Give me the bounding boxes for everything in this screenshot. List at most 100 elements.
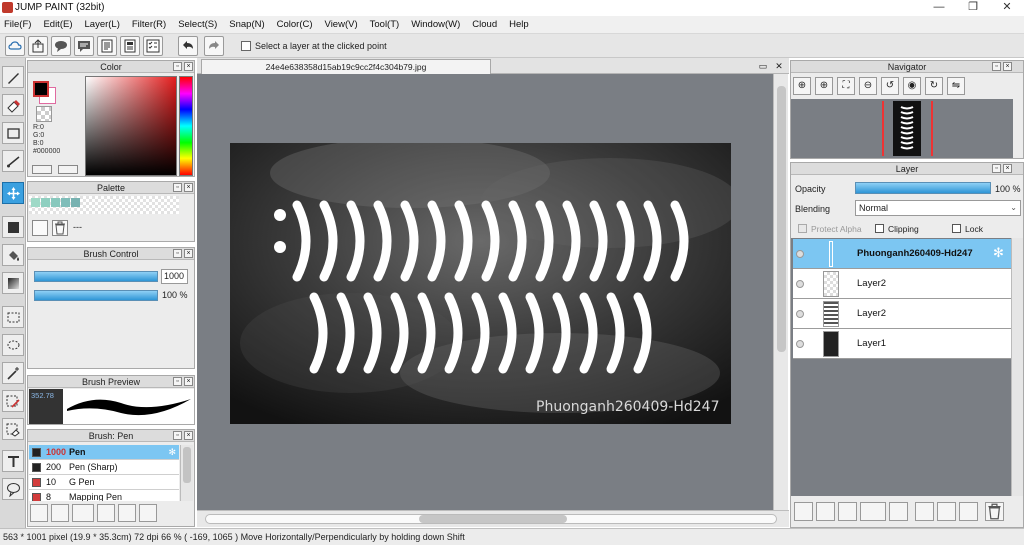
layer-row[interactable]: Layer2 <box>793 299 1011 329</box>
fit-window-icon[interactable]: ⛶ <box>837 77 855 95</box>
rotate-left-icon[interactable]: ↺ <box>881 77 899 95</box>
panel-close-button[interactable]: × <box>184 62 193 71</box>
redo-button[interactable] <box>204 36 224 56</box>
document-button[interactable] <box>97 36 117 56</box>
clipping-checkbox[interactable] <box>875 224 884 233</box>
zoom-in-icon[interactable]: ⊕ <box>815 77 833 95</box>
move-tool[interactable] <box>2 182 24 204</box>
brush-item[interactable]: 10 G Pen <box>29 475 179 490</box>
zoom-out-icon[interactable]: ⊖ <box>859 77 877 95</box>
layer-list-scrollbar[interactable] <box>1011 238 1023 496</box>
horizontal-scroll-thumb[interactable] <box>419 515 567 523</box>
palette-swatch[interactable] <box>61 198 70 207</box>
menu-snap[interactable]: Snap(N) <box>229 19 264 30</box>
reset-rotation-icon[interactable]: ◉ <box>903 77 921 95</box>
rotate-right-icon[interactable]: ↻ <box>925 77 943 95</box>
palette-swatch[interactable] <box>31 198 40 207</box>
zoom-fit-icon[interactable]: ⊕ <box>793 77 811 95</box>
menu-cloud[interactable]: Cloud <box>472 19 497 30</box>
merge-layer-button[interactable] <box>937 502 956 521</box>
maximize-button[interactable]: ❐ <box>956 0 990 16</box>
navigator-preview[interactable] <box>791 99 1013 158</box>
menu-color[interactable]: Color(C) <box>277 19 313 30</box>
tab-close-button[interactable]: ✕ <box>773 60 785 72</box>
gear-icon[interactable]: ✻ <box>993 245 1004 261</box>
panel-undock-button[interactable]: ▫ <box>173 249 182 258</box>
menu-window[interactable]: Window(W) <box>411 19 460 30</box>
gradient-tool[interactable] <box>2 272 24 294</box>
rect-select-tool[interactable] <box>2 306 24 328</box>
panel-undock-button[interactable]: ▫ <box>173 62 182 71</box>
menu-filter[interactable]: Filter(R) <box>132 19 166 30</box>
fill-rect-tool[interactable] <box>2 216 24 238</box>
tab-minimize-button[interactable]: ▭ <box>757 60 769 72</box>
eraser-tool[interactable] <box>2 94 24 116</box>
brush-opacity-slider[interactable] <box>34 290 158 301</box>
panel-close-button[interactable]: × <box>184 377 193 386</box>
gear-icon[interactable]: ✻ <box>168 445 176 459</box>
panel-close-button[interactable]: × <box>1003 62 1012 71</box>
close-button[interactable]: ✕ <box>990 0 1024 16</box>
palette-swatch[interactable] <box>51 198 60 207</box>
checklist-button[interactable] <box>143 36 163 56</box>
magic-wand-tool[interactable] <box>2 362 24 384</box>
page-button[interactable] <box>120 36 140 56</box>
new-brush-button[interactable] <box>51 504 69 522</box>
brush-list-scrollbar[interactable] <box>180 445 193 501</box>
panel-close-button[interactable]: × <box>184 431 193 440</box>
layer-row[interactable]: Phuonganh260409-Hd247 ✻ <box>793 239 1011 269</box>
cloud-button[interactable] <box>5 36 25 56</box>
speech-balloon-tool[interactable] <box>2 478 24 500</box>
select-layer-checkbox[interactable] <box>241 41 251 51</box>
palette-swatch[interactable] <box>41 198 50 207</box>
minimize-button[interactable]: — <box>922 0 956 16</box>
delete-layer-button[interactable] <box>985 502 1004 521</box>
canvas-vertical-scrollbar[interactable] <box>773 74 788 510</box>
brush-size-slider[interactable] <box>34 271 158 282</box>
delete-palette-button[interactable] <box>52 220 68 236</box>
comment-list-button[interactable] <box>74 36 94 56</box>
brush-copy-button[interactable] <box>97 504 115 522</box>
layer-row[interactable]: Layer1 <box>793 329 1011 359</box>
new-layer-button[interactable] <box>794 502 813 521</box>
rectangle-tool[interactable] <box>2 122 24 144</box>
export-button[interactable] <box>28 36 48 56</box>
menu-tool[interactable]: Tool(T) <box>370 19 400 30</box>
brush-item[interactable]: 8 Mapping Pen <box>29 490 179 501</box>
flip-icon[interactable]: ⇋ <box>947 77 965 95</box>
artwork-canvas[interactable]: Phuonganh260409-Hd247 <box>230 143 731 424</box>
new-palette-button[interactable] <box>32 220 48 236</box>
panel-close-button[interactable]: × <box>184 249 193 258</box>
menu-edit[interactable]: Edit(E) <box>43 19 72 30</box>
brush-delete-button[interactable] <box>139 504 157 522</box>
text-tool[interactable] <box>2 450 24 472</box>
select-pen-tool[interactable] <box>2 390 24 412</box>
panel-undock-button[interactable]: ▫ <box>173 183 182 192</box>
visibility-icon[interactable] <box>796 280 804 288</box>
palette-swatch[interactable] <box>71 198 80 207</box>
pen-tool[interactable] <box>2 66 24 88</box>
brush-menu-button[interactable] <box>72 504 94 522</box>
eyedropper-button[interactable] <box>32 165 52 174</box>
panel-close-button[interactable]: × <box>184 183 193 192</box>
line-tool[interactable] <box>2 150 24 172</box>
visibility-icon[interactable] <box>796 340 804 348</box>
saturation-value-picker[interactable] <box>85 76 177 176</box>
hue-slider[interactable] <box>179 76 193 176</box>
panel-undock-button[interactable]: ▫ <box>173 377 182 386</box>
menu-view[interactable]: View(V) <box>325 19 358 30</box>
blending-select[interactable]: Normal ⌄ <box>855 200 1021 216</box>
layer-row[interactable]: Layer2 <box>793 269 1011 299</box>
visibility-icon[interactable] <box>796 310 804 318</box>
foreground-color-swatch[interactable] <box>33 81 49 97</box>
panel-undock-button[interactable]: ▫ <box>173 431 182 440</box>
transparent-color-swatch[interactable] <box>36 106 52 122</box>
panel-undock-button[interactable]: ▫ <box>992 62 1001 71</box>
lock-checkbox[interactable] <box>952 224 961 233</box>
bucket-tool[interactable] <box>2 244 24 266</box>
lasso-tool[interactable] <box>2 334 24 356</box>
comment-button[interactable] <box>51 36 71 56</box>
panel-close-button[interactable]: × <box>1003 164 1012 173</box>
brush-size-input[interactable]: 1000 <box>161 269 188 284</box>
new-halftone-layer-button[interactable] <box>838 502 857 521</box>
